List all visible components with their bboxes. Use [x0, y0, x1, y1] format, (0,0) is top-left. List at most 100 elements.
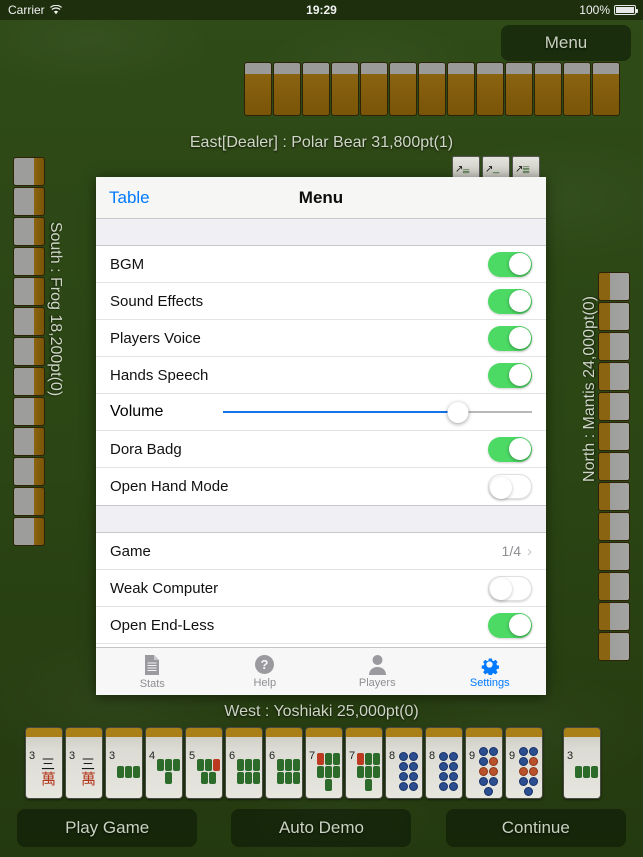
slider-fill	[223, 410, 458, 413]
play-game-button[interactable]: Play Game	[17, 809, 198, 847]
settings-list: BGM Sound Effects Players Voice Hands Sp…	[96, 219, 546, 647]
hand-tile[interactable]: 4	[145, 727, 183, 799]
dora-badg-toggle[interactable]	[488, 436, 532, 462]
wall-tile	[476, 62, 504, 116]
setting-row-game[interactable]: Game 1/4 ›	[96, 533, 546, 570]
setting-row-weak-computer[interactable]: Weak Computer	[96, 570, 546, 607]
hand-tile[interactable]: 3	[105, 727, 143, 799]
hand-tile[interactable]: 9	[505, 727, 543, 799]
settings-section-audio: BGM Sound Effects Players Voice Hands Sp…	[96, 245, 546, 506]
setting-row-volume[interactable]: Volume	[96, 394, 546, 431]
settings-modal: Table Menu BGM Sound Effects Players Voi…	[96, 177, 546, 695]
players-voice-toggle[interactable]	[488, 325, 532, 351]
wall-tile	[598, 302, 630, 331]
hand-tile[interactable]: 7	[305, 727, 343, 799]
settings-section-game: Game 1/4 › Weak Computer Open End-Less	[96, 532, 546, 647]
volume-slider[interactable]	[223, 400, 532, 425]
section-spacer	[96, 506, 546, 532]
player-label-west: West : Yoshiaki 25,000pt(0)	[224, 703, 419, 720]
tab-label: Stats	[139, 677, 165, 690]
auto-demo-button[interactable]: Auto Demo	[231, 809, 412, 847]
wall-tile	[598, 512, 630, 541]
bgm-toggle[interactable]	[488, 251, 532, 277]
setting-label: Open End-Less	[110, 616, 215, 634]
setting-row-bgm[interactable]: BGM	[96, 246, 546, 283]
continue-label: Continue	[501, 818, 570, 837]
wall-tile	[505, 62, 533, 116]
hands-speech-toggle[interactable]	[488, 362, 532, 388]
tab-stats[interactable]: Stats	[96, 648, 209, 695]
setting-row-sound-effects[interactable]: Sound Effects	[96, 283, 546, 320]
weak-computer-toggle[interactable]	[488, 575, 532, 601]
player-label-south: South : Frog 18,200pt(0)	[47, 221, 64, 397]
wall-tile	[360, 62, 388, 116]
battery-full-icon	[614, 5, 638, 15]
hand-tile[interactable]: 6	[265, 727, 303, 799]
wall-tile	[563, 62, 591, 116]
open-end-less-toggle[interactable]	[488, 612, 532, 638]
hand-tile[interactable]: 8	[385, 727, 423, 799]
wall-tile	[598, 272, 630, 301]
setting-row-hands-speech[interactable]: Hands Speech	[96, 357, 546, 394]
hand-tile[interactable]: 8	[425, 727, 463, 799]
tile-number: 4	[149, 750, 156, 762]
hand-tile[interactable]: 5	[185, 727, 223, 799]
continue-button[interactable]: Continue	[445, 809, 626, 847]
setting-row-players-voice[interactable]: Players Voice	[96, 320, 546, 357]
tile-number: 9	[509, 750, 516, 762]
wall-tile	[13, 157, 45, 186]
tile-number: 9	[469, 750, 476, 762]
tile-number: 3	[109, 750, 116, 762]
wall-tile	[447, 62, 475, 116]
back-to-table-button[interactable]: Table	[109, 188, 150, 208]
wall-tile	[13, 217, 45, 246]
tile-number: 6	[229, 750, 236, 762]
tile-number: 6	[269, 750, 276, 762]
hand-tile[interactable]: 9	[465, 727, 503, 799]
wall-tile	[13, 397, 45, 426]
tile-number: 3	[29, 750, 36, 762]
setting-row-open-hand-mode[interactable]: Open Hand Mode	[96, 468, 546, 505]
player-label-east: East[Dealer] : Polar Bear 31,800pt(1)	[189, 134, 454, 151]
tab-help[interactable]: ? Help	[209, 648, 322, 695]
wall-tile	[13, 427, 45, 456]
wall-tile	[598, 542, 630, 571]
svg-text:?: ?	[261, 657, 269, 672]
setting-label: Open Hand Mode	[110, 478, 229, 495]
setting-row-open-end-less[interactable]: Open End-Less	[96, 607, 546, 644]
wall-tile	[598, 602, 630, 631]
hand-tile[interactable]: 3三萬	[25, 727, 63, 799]
open-hand-mode-toggle[interactable]	[488, 474, 532, 499]
play-game-label: Play Game	[65, 818, 150, 837]
hand-tile[interactable]: 6	[225, 727, 263, 799]
menu-button[interactable]: Menu	[501, 25, 631, 61]
hand-tile[interactable]: 7	[345, 727, 383, 799]
sound-effects-toggle[interactable]	[488, 288, 532, 314]
tile-number: 7	[349, 750, 356, 762]
document-icon	[145, 654, 160, 675]
tab-label: Settings	[469, 677, 510, 689]
wall-tile	[598, 392, 630, 421]
wall-tile	[598, 422, 630, 451]
setting-row-dora-badg[interactable]: Dora Badg	[96, 431, 546, 468]
tile-number: 3	[69, 750, 76, 762]
setting-label: Volume	[110, 403, 164, 420]
player-hand[interactable]: 3三萬 3三萬 3 4 5 6 6 7 7 8 8 9 9 3	[25, 727, 603, 799]
action-bar: Play Game Auto Demo Continue	[0, 809, 643, 847]
status-bar: Carrier 19:29 100%	[0, 0, 643, 20]
wall-tile	[13, 247, 45, 276]
setting-label: Weak Computer	[110, 579, 219, 597]
modal-navigation-bar: Table Menu	[96, 177, 546, 219]
wall-tile	[598, 632, 630, 661]
wall-tile	[598, 572, 630, 601]
tab-settings[interactable]: Settings	[434, 648, 547, 695]
slider-thumb[interactable]	[447, 401, 469, 423]
wall-tile	[598, 332, 630, 361]
drawn-tile[interactable]: 3	[563, 727, 601, 799]
battery-percent-label: 100%	[579, 3, 610, 17]
tab-players[interactable]: Players	[321, 648, 434, 695]
wall-tile	[13, 367, 45, 396]
hand-tile[interactable]: 3三萬	[65, 727, 103, 799]
tile-number: 7	[309, 750, 316, 762]
gear-icon	[481, 658, 500, 675]
